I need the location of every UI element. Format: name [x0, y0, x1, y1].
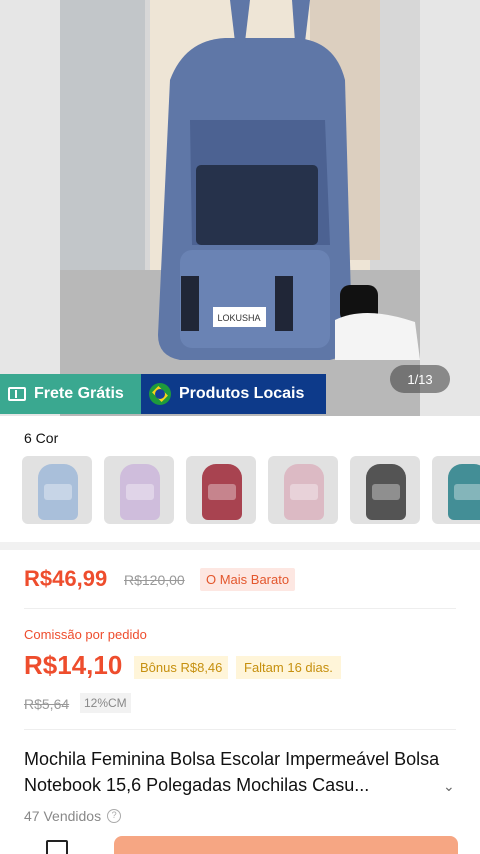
free-shipping-badge: Frete Grátis [0, 374, 141, 414]
product-info: R$46,99 R$120,00 O Mais Barato Comissão … [0, 550, 480, 854]
variant-swatch-black[interactable] [350, 456, 420, 524]
product-photo[interactable]: LOKUSHA [60, 0, 420, 416]
chevron-down-icon[interactable]: ⌄ [443, 778, 455, 795]
info-divider [24, 729, 456, 730]
variant-swatch-light-blue[interactable] [22, 456, 92, 524]
old-commission: R$5,64 [24, 696, 70, 712]
primary-action-button[interactable] [114, 836, 458, 854]
product-gallery[interactable]: LOKUSHA 1/13 Frete Grátis Produtos Locai… [0, 0, 480, 416]
swatch-pocket [454, 484, 480, 500]
brazil-flag-icon [149, 383, 171, 405]
swatch-pocket [372, 484, 400, 500]
free-shipping-label: Frete Grátis [34, 385, 124, 402]
variant-swatch-light-purple[interactable] [104, 456, 174, 524]
question-icon[interactable]: ? [107, 809, 122, 823]
image-counter: 1/13 [390, 365, 450, 393]
swatch-pocket [208, 484, 236, 500]
svg-text:LOKUSHA: LOKUSHA [217, 313, 260, 323]
sold-text: 47 Vendidos [24, 808, 102, 824]
variant-title: 6 Cor [24, 430, 59, 446]
variant-section: 6 Cor [0, 416, 480, 542]
ticket-icon [8, 387, 26, 401]
local-products-label: Produtos Locais [179, 385, 305, 402]
commission-rate: 12%CM [80, 693, 131, 713]
store-icon[interactable] [46, 840, 68, 854]
variant-swatch-burgundy[interactable] [186, 456, 256, 524]
swatch-pocket [126, 484, 154, 500]
commission-label: Comissão por pedido [24, 627, 147, 642]
old-price: R$120,00 [124, 572, 185, 588]
variant-list [22, 456, 480, 524]
product-price: R$46,99 [24, 566, 108, 591]
section-divider [0, 542, 480, 550]
bonus-badge: Bônus R$8,46 [134, 656, 229, 679]
info-divider [24, 608, 456, 609]
days-left-badge: Faltam 16 dias. [236, 656, 341, 679]
cheapest-tag: O Mais Barato [200, 568, 296, 591]
commission-value: R$14,10 [24, 650, 123, 680]
variant-swatch-teal[interactable] [432, 456, 480, 524]
variant-swatch-pink[interactable] [268, 456, 338, 524]
sold-count: 47 Vendidos ? [24, 808, 122, 824]
swatch-pocket [290, 484, 318, 500]
bottom-action-bar [0, 832, 480, 854]
local-products-badge: Produtos Locais [141, 374, 326, 414]
product-title[interactable]: Mochila Feminina Bolsa Escolar Impermeáv… [24, 746, 444, 798]
swatch-pocket [44, 484, 72, 500]
backpack-image: LOKUSHA [60, 0, 420, 416]
product-page: LOKUSHA 1/13 Frete Grátis Produtos Locai… [0, 0, 480, 854]
